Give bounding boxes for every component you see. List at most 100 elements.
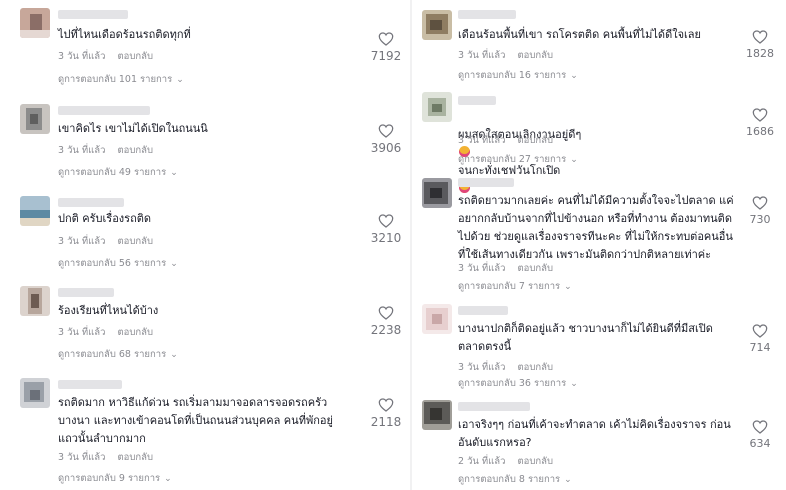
view-replies-button[interactable]: ดูการตอบกลับ 27 รายการ ⌄ xyxy=(458,152,578,167)
like-button[interactable]: 3210 xyxy=(364,214,408,245)
username-blurred[interactable] xyxy=(458,402,530,411)
comment-meta: 3 วัน ที่แล้ว ตอบกลับ xyxy=(58,234,153,249)
chevron-down-icon: ⌄ xyxy=(164,473,172,484)
avatar[interactable] xyxy=(20,286,50,316)
avatar-blur xyxy=(30,114,38,124)
comment-meta: 3 วัน ที่แล้ว ตอบกลับ xyxy=(58,450,153,465)
comment-time: 3 วัน ที่แล้ว xyxy=(458,135,506,146)
comment-time: 2 วัน ที่แล้ว xyxy=(458,456,506,467)
view-replies-button[interactable]: ดูการตอบกลับ 68 รายการ ⌄ xyxy=(58,347,178,362)
avatar-blur xyxy=(20,196,50,210)
reply-button[interactable]: ตอบกลับ xyxy=(517,50,553,61)
view-replies-label: ดูการตอบกลับ 68 รายการ xyxy=(58,349,167,360)
view-replies-label: ดูการตอบกลับ 8 รายการ xyxy=(458,474,561,485)
like-count: 7192 xyxy=(370,49,402,63)
view-replies-button[interactable]: ดูการตอบกลับ 7 รายการ ⌄ xyxy=(458,279,572,294)
like-button[interactable]: 730 xyxy=(738,196,782,226)
comment-text: ไปที่ไหนเดือดร้อนรถติดทุกที่ xyxy=(58,28,191,41)
comment-meta: 3 วัน ที่แล้ว ตอบกลับ xyxy=(458,48,553,63)
avatar[interactable] xyxy=(422,10,452,40)
avatar-blur xyxy=(432,104,442,112)
avatar[interactable] xyxy=(20,104,50,134)
view-replies-button[interactable]: ดูการตอบกลับ 101 รายการ ⌄ xyxy=(58,72,184,87)
avatar[interactable] xyxy=(422,178,452,208)
like-count: 3210 xyxy=(370,231,402,245)
comment-item: รถติดมาก หาวิธีแก้ด่วน รถเริ่มลามมาจอดลา… xyxy=(0,374,410,490)
like-button[interactable]: 714 xyxy=(738,324,782,354)
comment-time: 3 วัน ที่แล้ว xyxy=(58,51,106,62)
like-count: 730 xyxy=(749,213,771,226)
like-button[interactable]: 1686 xyxy=(738,108,782,138)
username-blurred[interactable] xyxy=(58,106,150,115)
like-button[interactable]: 3906 xyxy=(364,124,408,155)
like-button[interactable]: 7192 xyxy=(364,32,408,63)
like-count: 714 xyxy=(749,341,771,354)
heart-outline-icon xyxy=(378,124,394,138)
comment-text: รถติดยาวมากเลยค่ะ คนที่ไม่ได้มีความตั้งใ… xyxy=(458,194,734,261)
comment-time: 3 วัน ที่แล้ว xyxy=(58,327,106,338)
username-blurred[interactable] xyxy=(458,306,508,315)
reply-button[interactable]: ตอบกลับ xyxy=(517,135,553,146)
comment-text: เอาจริงๆๆ ก่อนที่เค้าจะทำตลาด เค้าไม่คิด… xyxy=(458,418,731,449)
reply-button[interactable]: ตอบกลับ xyxy=(117,51,153,62)
avatar[interactable] xyxy=(20,378,50,408)
view-replies-button[interactable]: ดูการตอบกลับ 36 รายการ ⌄ xyxy=(458,376,578,391)
comment-time: 3 วัน ที่แล้ว xyxy=(58,145,106,156)
view-replies-button[interactable]: ดูการตอบกลับ 49 รายการ ⌄ xyxy=(58,165,178,180)
reply-button[interactable]: ตอบกลับ xyxy=(117,236,153,247)
chevron-down-icon: ⌄ xyxy=(170,167,178,178)
avatar[interactable] xyxy=(20,196,50,226)
comment-time: 3 วัน ที่แล้ว xyxy=(58,452,106,463)
like-count: 2238 xyxy=(370,323,402,337)
view-replies-label: ดูการตอบกลับ 27 รายการ xyxy=(458,154,567,165)
comment-meta: 3 วัน ที่แล้ว ตอบกลับ xyxy=(458,261,553,276)
avatar[interactable] xyxy=(422,400,452,430)
reply-button[interactable]: ตอบกลับ xyxy=(117,145,153,156)
heart-outline-icon xyxy=(378,306,394,320)
like-button[interactable]: 1828 xyxy=(738,30,782,60)
comment-meta: 3 วัน ที่แล้ว ตอบกลับ xyxy=(458,360,553,375)
heart-outline-icon xyxy=(752,324,768,338)
reply-button[interactable]: ตอบกลับ xyxy=(117,452,153,463)
avatar[interactable] xyxy=(422,304,452,334)
reply-button[interactable]: ตอบกลับ xyxy=(517,263,553,274)
reply-button[interactable]: ตอบกลับ xyxy=(117,327,153,338)
username-blurred[interactable] xyxy=(58,198,124,207)
view-replies-label: ดูการตอบกลับ 56 รายการ xyxy=(58,258,167,269)
avatar-blur xyxy=(30,14,42,30)
username-blurred[interactable] xyxy=(458,10,516,19)
username-blurred[interactable] xyxy=(58,10,128,19)
view-replies-button[interactable]: ดูการตอบกลับ 8 รายการ ⌄ xyxy=(458,472,572,487)
comment-item: ปกติ ครับเรื่องรถติด 3 วัน ที่แล้ว ตอบกลั… xyxy=(0,190,410,280)
view-replies-label: ดูการตอบกลับ 7 รายการ xyxy=(458,281,561,292)
username-blurred[interactable] xyxy=(58,288,114,297)
comment-text: เดือนร้อนพื้นที่เขา รถโครตติด คนพื้นที่ไ… xyxy=(458,28,701,41)
view-replies-button[interactable]: ดูการตอบกลับ 56 รายการ ⌄ xyxy=(58,256,178,271)
avatar[interactable] xyxy=(20,8,50,38)
chevron-down-icon: ⌄ xyxy=(170,349,178,360)
comment-text: บางนาปกติก็ติดอยู่แล้ว ชาวบางนาก็ไม่ได้ย… xyxy=(458,322,713,353)
view-replies-button[interactable]: ดูการตอบกลับ 16 รายการ ⌄ xyxy=(458,68,578,83)
chevron-down-icon: ⌄ xyxy=(170,258,178,269)
view-replies-button[interactable]: ดูการตอบกลับ 9 รายการ ⌄ xyxy=(58,471,172,486)
reply-button[interactable]: ตอบกลับ xyxy=(517,456,553,467)
avatar[interactable] xyxy=(422,92,452,122)
chevron-down-icon: ⌄ xyxy=(570,70,578,81)
chevron-down-icon: ⌄ xyxy=(570,378,578,389)
comment-meta: 3 วัน ที่แล้ว ตอบกลับ xyxy=(458,133,553,148)
username-blurred[interactable] xyxy=(458,96,496,105)
like-button[interactable]: 2118 xyxy=(364,398,408,429)
username-blurred[interactable] xyxy=(458,178,514,187)
avatar-blur xyxy=(430,408,442,420)
chevron-down-icon: ⌄ xyxy=(176,74,184,85)
comment-meta: 3 วัน ที่แล้ว ตอบกลับ xyxy=(58,143,153,158)
like-count: 3906 xyxy=(370,141,402,155)
like-count: 634 xyxy=(749,437,771,450)
reply-button[interactable]: ตอบกลับ xyxy=(517,362,553,373)
like-button[interactable]: 2238 xyxy=(364,306,408,337)
like-button[interactable]: 634 xyxy=(738,420,782,450)
view-replies-label: ดูการตอบกลับ 49 รายการ xyxy=(58,167,167,178)
username-blurred[interactable] xyxy=(58,380,122,389)
avatar-blur xyxy=(430,20,442,30)
heart-outline-icon xyxy=(752,420,768,434)
